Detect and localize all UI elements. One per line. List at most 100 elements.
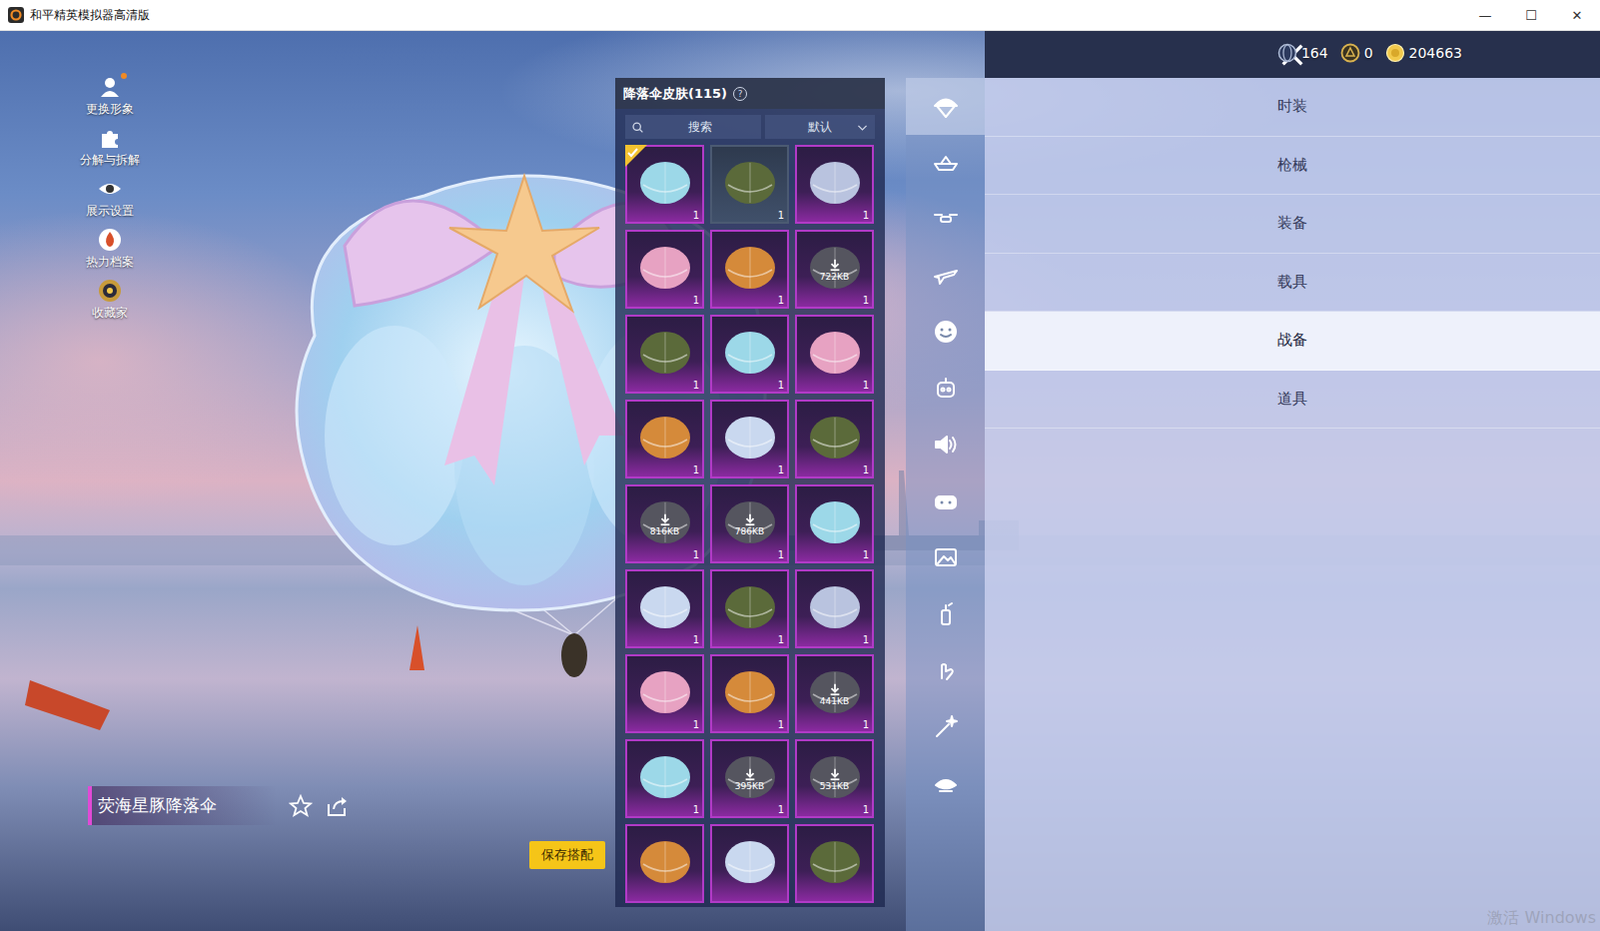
category-button[interactable] xyxy=(905,190,985,248)
item-count: 1 xyxy=(778,634,785,646)
category-button[interactable] xyxy=(905,699,985,757)
window-control[interactable]: ✕ xyxy=(1554,0,1600,30)
parachute-thumb-icon xyxy=(635,154,696,215)
share-icon[interactable] xyxy=(324,794,349,818)
side-menu-item[interactable]: 展示设置 xyxy=(85,176,134,220)
skin-tile[interactable]: 1 xyxy=(625,229,705,309)
skin-tile[interactable]: 1 xyxy=(710,399,790,479)
skin-tile[interactable]: 1 xyxy=(625,314,705,394)
download-indicator: 441KB xyxy=(797,656,872,732)
parachute-thumb-icon xyxy=(720,324,781,385)
parachute-thumb-icon xyxy=(720,154,781,215)
currency: 0 xyxy=(1340,42,1374,63)
smile-icon xyxy=(931,317,960,346)
skin-tile[interactable]: 1 xyxy=(625,399,705,479)
sort-dropdown[interactable]: 默认 xyxy=(765,114,875,139)
side-menu-item[interactable]: 更换形象 xyxy=(85,74,134,118)
category-button[interactable] xyxy=(905,77,985,135)
spray-icon xyxy=(931,600,960,629)
star-icon[interactable] xyxy=(288,794,313,818)
category-button[interactable] xyxy=(905,303,985,361)
category-button[interactable] xyxy=(905,134,985,192)
skin-tile[interactable]: 1 xyxy=(625,569,705,649)
download-indicator: 531KB xyxy=(797,741,872,816)
item-count: 1 xyxy=(693,634,700,646)
equipped-check-icon xyxy=(625,144,648,167)
skin-tile[interactable]: 1 xyxy=(710,569,790,649)
skin-tile[interactable]: 1 xyxy=(710,144,790,224)
download-icon xyxy=(827,257,842,272)
download-indicator: 722KB xyxy=(797,231,872,307)
skin-grid: 1 1 1 1 1 722KB 1 1 1 1 1 1 1 816KB 1 78… xyxy=(625,144,875,907)
parachute-thumb-icon xyxy=(635,664,696,725)
skin-tile[interactable]: 786KB 1 xyxy=(710,484,790,564)
preview-info: 荧海星豚降落伞 xyxy=(87,786,349,825)
parachute-thumb-icon xyxy=(804,494,865,555)
parachute-icon xyxy=(931,91,960,120)
category-button[interactable] xyxy=(905,642,985,700)
category-button[interactable] xyxy=(905,473,985,531)
search-field[interactable]: 搜索 xyxy=(625,114,762,139)
category-button[interactable] xyxy=(905,529,985,587)
picture-icon xyxy=(931,543,960,572)
tab[interactable]: 时装 xyxy=(984,77,1600,137)
skin-tile[interactable]: 1 xyxy=(625,654,705,734)
skin-tile[interactable]: 1 xyxy=(795,399,874,479)
save-button[interactable]: 保存搭配 xyxy=(529,840,606,869)
parachute-thumb-icon xyxy=(804,409,865,470)
parachute-thumb-icon xyxy=(804,154,865,215)
window-control[interactable]: ☐ xyxy=(1508,0,1555,30)
tab[interactable]: 枪械 xyxy=(984,136,1600,196)
category-button[interactable] xyxy=(905,586,985,644)
category-button[interactable] xyxy=(905,360,985,418)
skin-tile[interactable]: 395KB 1 xyxy=(710,739,790,818)
skin-tile[interactable]: 1 xyxy=(795,484,874,564)
search-icon xyxy=(631,120,645,134)
parachute-thumb-icon xyxy=(635,409,696,470)
skin-tile[interactable]: 441KB 1 xyxy=(795,654,874,734)
puzzle-icon xyxy=(97,125,122,150)
skin-tile[interactable] xyxy=(795,823,874,903)
main-tabs: 时装枪械装备载具战备道具 xyxy=(984,30,1600,931)
skin-tile[interactable]: 816KB 1 xyxy=(625,484,705,564)
tab[interactable]: 战备 xyxy=(984,311,1600,371)
skin-tile[interactable]: 722KB 1 xyxy=(795,229,874,309)
activation-watermark: 激活 Windows xyxy=(1487,907,1597,929)
panel-header: 降落伞皮肤(115) ? xyxy=(615,77,885,109)
skin-tile[interactable]: 1 xyxy=(795,144,874,224)
speaker-icon xyxy=(931,430,960,459)
item-count: 1 xyxy=(862,209,869,221)
skin-tile[interactable]: 1 xyxy=(795,569,874,649)
skin-tile[interactable]: 1 xyxy=(795,314,874,394)
side-menu-item[interactable]: 分解与拆解 xyxy=(79,125,140,169)
skin-tile[interactable] xyxy=(710,823,790,903)
skin-tile[interactable]: 1 xyxy=(710,229,790,309)
category-button[interactable] xyxy=(905,416,985,474)
skin-tile[interactable]: 1 xyxy=(625,144,705,224)
category-button[interactable] xyxy=(905,247,985,305)
gamepad-icon xyxy=(931,487,960,516)
tab[interactable]: 装备 xyxy=(984,194,1600,254)
robot-icon xyxy=(931,374,960,403)
download-indicator: 816KB xyxy=(627,486,703,562)
category-button[interactable] xyxy=(905,755,985,812)
skin-tile[interactable] xyxy=(625,823,705,903)
parachute-thumb-icon xyxy=(804,579,865,640)
parachute-thumb-icon xyxy=(804,324,865,385)
help-button[interactable]: ? xyxy=(733,86,748,101)
side-menu-item[interactable]: 收藏家 xyxy=(91,278,128,322)
tab[interactable]: 道具 xyxy=(984,370,1600,430)
skin-tile[interactable]: 1 xyxy=(625,739,705,818)
boat-icon xyxy=(931,148,960,177)
currency: 204663 xyxy=(1385,42,1463,63)
download-icon xyxy=(827,767,842,782)
chevron-down-icon xyxy=(855,120,869,134)
skin-tile[interactable]: 1 xyxy=(710,314,790,394)
game-screen: 更换形象 分解与拆解 展示设置 热力档案 收藏家 荧海星豚降落伞 保存搭配 降落… xyxy=(0,30,1600,931)
tab[interactable]: 载具 xyxy=(984,253,1600,313)
skin-tile[interactable]: 531KB 1 xyxy=(795,739,874,818)
item-count: 1 xyxy=(693,719,700,731)
window-control[interactable]: — xyxy=(1462,0,1509,30)
skin-tile[interactable]: 1 xyxy=(710,654,790,734)
side-menu-item[interactable]: 热力档案 xyxy=(85,227,134,271)
